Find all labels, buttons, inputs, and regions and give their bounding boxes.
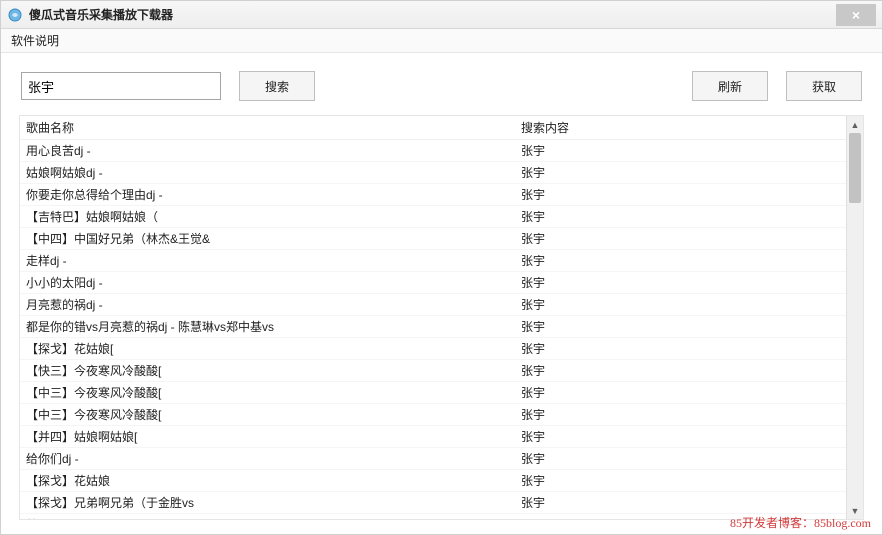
menu-help[interactable]: 软件说明 [11,32,59,49]
table-row[interactable]: 【中三】今夜寒风冷酸酸[张宇 [20,382,846,404]
cell-song-name: 【中四】中国好兄弟（林杰&王觉& [20,228,515,250]
cell-song-name: 趁早dj - [20,514,515,520]
table-row[interactable]: 【探戈】兄弟啊兄弟（于金胜vs张宇 [20,492,846,514]
cell-song-name: 小小的太阳dj - [20,272,515,294]
app-icon [7,7,23,23]
cell-song-name: 都是你的错vs月亮惹的祸dj - 陈慧琳vs郑中基vs [20,316,515,338]
cell-song-name: 【探戈】花姑娘[ [20,338,515,360]
watermark-text: 85开发者博客：85blog.com [730,514,871,531]
table-row[interactable]: 用心良苦dj -张宇 [20,140,846,162]
cell-song-name: 姑娘啊姑娘dj - [20,162,515,184]
table-row[interactable]: 【快三】今夜寒风冷酸酸[张宇 [20,360,846,382]
cell-search-query: 张宇 [515,448,846,470]
content-area: 搜索 刷新 获取 歌曲名称 搜索内容 用心良苦dj -张宇姑娘啊姑娘dj -张宇… [1,53,882,534]
table-row[interactable]: 【中四】中国好兄弟（林杰&王觉&张宇 [20,228,846,250]
cell-song-name: 【吉特巴】姑娘啊姑娘（ [20,206,515,228]
cell-search-query: 张宇 [515,382,846,404]
close-button[interactable]: × [836,4,876,26]
cell-song-name: 给你们dj - [20,448,515,470]
cell-song-name: 走样dj - [20,250,515,272]
table-row[interactable]: 给你们dj -张宇 [20,448,846,470]
search-button[interactable]: 搜索 [239,71,315,101]
cell-song-name: 用心良苦dj - [20,140,515,162]
table-row[interactable]: 【探戈】花姑娘[张宇 [20,338,846,360]
cell-song-name: 【探戈】兄弟啊兄弟（于金胜vs [20,492,515,514]
menubar: 软件说明 [1,29,882,53]
cell-search-query: 张宇 [515,470,846,492]
cell-search-query: 张宇 [515,184,846,206]
cell-search-query: 张宇 [515,206,846,228]
cell-search-query: 张宇 [515,492,846,514]
table-row[interactable]: 姑娘啊姑娘dj -张宇 [20,162,846,184]
table-row[interactable]: 【吉特巴】姑娘啊姑娘（张宇 [20,206,846,228]
cell-search-query: 张宇 [515,338,846,360]
cell-search-query: 张宇 [515,426,846,448]
results-table: 歌曲名称 搜索内容 用心良苦dj -张宇姑娘啊姑娘dj -张宇你要走你总得给个理… [20,116,846,519]
toolbar: 搜索 刷新 获取 [9,61,874,111]
vertical-scrollbar[interactable]: ▲ ▼ [846,116,863,519]
close-icon: × [852,7,860,23]
cell-search-query: 张宇 [515,140,846,162]
cell-search-query: 张宇 [515,294,846,316]
results-panel: 歌曲名称 搜索内容 用心良苦dj -张宇姑娘啊姑娘dj -张宇你要走你总得给个理… [19,115,864,520]
cell-song-name: 【并四】姑娘啊姑娘[ [20,426,515,448]
refresh-button[interactable]: 刷新 [692,71,768,101]
col-song-name[interactable]: 歌曲名称 [20,116,515,140]
results-scroll: 歌曲名称 搜索内容 用心良苦dj -张宇姑娘啊姑娘dj -张宇你要走你总得给个理… [20,116,846,519]
table-row[interactable]: 【探戈】花姑娘张宇 [20,470,846,492]
table-row[interactable]: 趁早dj -张宇 [20,514,846,520]
table-row[interactable]: 月亮惹的祸dj -张宇 [20,294,846,316]
cell-song-name: 【快三】今夜寒风冷酸酸[ [20,360,515,382]
table-row[interactable]: 【并四】姑娘啊姑娘[张宇 [20,426,846,448]
cell-search-query: 张宇 [515,404,846,426]
scroll-up-arrow[interactable]: ▲ [847,116,863,133]
cell-song-name: 【探戈】花姑娘 [20,470,515,492]
cell-search-query: 张宇 [515,250,846,272]
cell-search-query: 张宇 [515,316,846,338]
cell-song-name: 【中三】今夜寒风冷酸酸[ [20,382,515,404]
col-search-query[interactable]: 搜索内容 [515,116,846,140]
cell-search-query: 张宇 [515,272,846,294]
titlebar: 傻瓜式音乐采集播放下载器 × [1,1,882,29]
table-row[interactable]: 你要走你总得给个理由dj -张宇 [20,184,846,206]
table-row[interactable]: 【中三】今夜寒风冷酸酸[张宇 [20,404,846,426]
cell-search-query: 张宇 [515,162,846,184]
window-title: 傻瓜式音乐采集播放下载器 [29,6,836,23]
fetch-button[interactable]: 获取 [786,71,862,101]
app-window: 傻瓜式音乐采集播放下载器 × 软件说明 搜索 刷新 获取 歌曲名称 搜索内容 [0,0,883,535]
cell-song-name: 你要走你总得给个理由dj - [20,184,515,206]
cell-song-name: 月亮惹的祸dj - [20,294,515,316]
cell-song-name: 【中三】今夜寒风冷酸酸[ [20,404,515,426]
scroll-thumb[interactable] [849,133,861,203]
table-row[interactable]: 都是你的错vs月亮惹的祸dj - 陈慧琳vs郑中基vs张宇 [20,316,846,338]
table-row[interactable]: 走样dj -张宇 [20,250,846,272]
cell-search-query: 张宇 [515,360,846,382]
cell-search-query: 张宇 [515,228,846,250]
table-header-row: 歌曲名称 搜索内容 [20,116,846,140]
search-input[interactable] [21,72,221,100]
table-row[interactable]: 小小的太阳dj -张宇 [20,272,846,294]
